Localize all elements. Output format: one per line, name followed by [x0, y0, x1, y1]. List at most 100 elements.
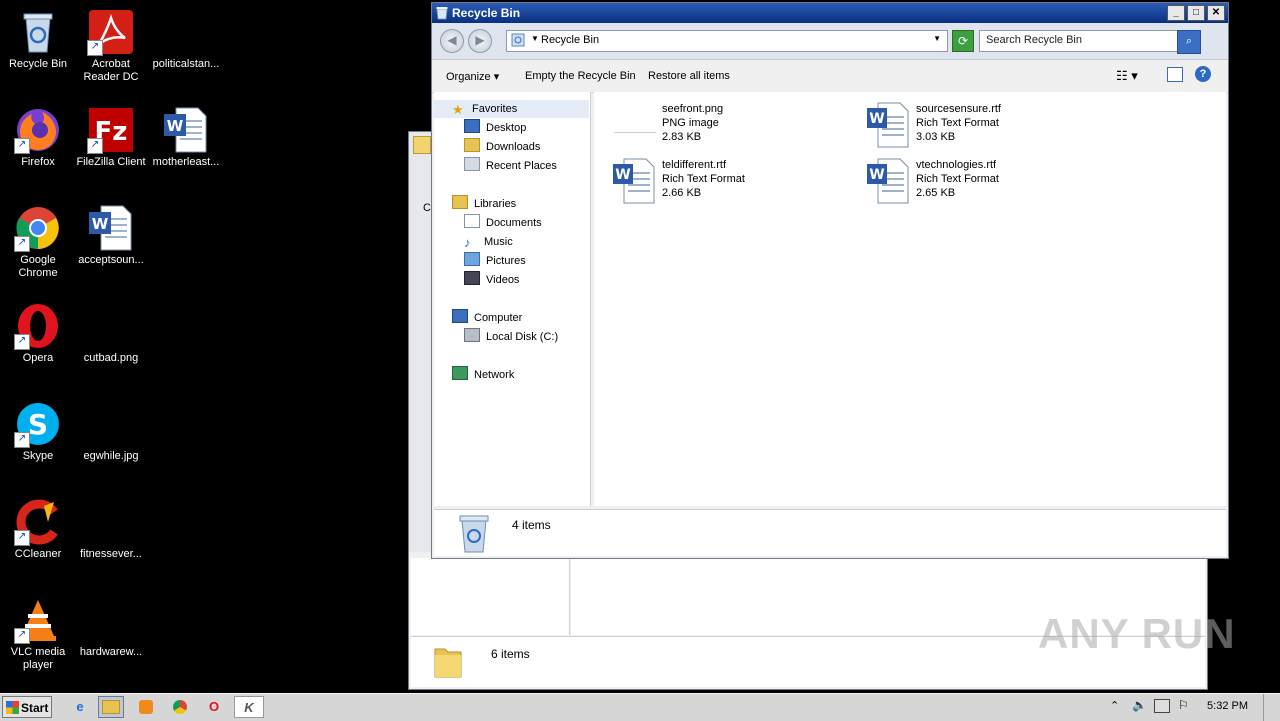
word-doc-icon: W [162, 106, 210, 154]
recycle-bin-icon [511, 33, 525, 47]
taskbar-media-player-icon[interactable] [134, 696, 158, 718]
back-button[interactable]: ◀ [440, 29, 464, 53]
address-bar[interactable]: ▼ Recycle Bin ▼ [506, 30, 948, 52]
shortcut-arrow-icon: ↗ [87, 40, 103, 56]
nav-libraries[interactable]: Libraries [452, 195, 516, 213]
minimize-button[interactable]: _ [1167, 5, 1185, 21]
nav-computer[interactable]: Computer [452, 309, 522, 327]
view-options-icon[interactable]: ☷ ▾ [1116, 68, 1138, 84]
organize-menu[interactable]: Organize ▾ [446, 70, 499, 83]
breadcrumb-arrow-icon[interactable]: ▼ [531, 34, 539, 43]
desktop-icon-chrome[interactable]: ↗ Google Chrome [0, 204, 76, 280]
help-icon[interactable]: ? [1195, 66, 1211, 82]
desktop-icon-ccleaner[interactable]: ↗ CCleaner [0, 498, 76, 561]
taskbar-chrome-icon[interactable] [168, 696, 192, 718]
volume-icon[interactable]: 🔈 [1132, 698, 1147, 712]
nav-local-disk[interactable]: Local Disk (C:) [464, 328, 558, 346]
desktop-icon-acceptsoun[interactable]: W acceptsoun... [73, 204, 149, 267]
restore-all-items-button[interactable]: Restore all items [648, 70, 730, 82]
network-tray-icon[interactable] [1154, 699, 1170, 713]
show-hidden-icons-icon[interactable]: ⌃ [1110, 699, 1119, 712]
desktop-icon-cutbad[interactable]: cutbad.png [73, 302, 149, 365]
desktop-icon-label: Acrobat Reader DC [83, 58, 139, 83]
file-item[interactable]: W vtechnologies.rtf Rich Text Format 2.6… [866, 158, 1096, 208]
nav-favorites[interactable]: ★ Favorites [434, 100, 589, 118]
refresh-icon[interactable]: ⟳ [952, 30, 974, 52]
firefox-icon: ↗ [14, 106, 62, 154]
svg-text:W: W [869, 111, 884, 127]
file-item[interactable]: seefront.png PNG image 2.83 KB [612, 102, 842, 152]
star-icon: ★ [452, 102, 464, 117]
nav-downloads[interactable]: Downloads [464, 138, 540, 156]
desktop-icon-filezilla[interactable]: Fz ↗ FileZilla Client [73, 106, 149, 169]
libraries-icon [452, 195, 468, 209]
file-size: 2.83 KB [662, 131, 702, 143]
nav-videos[interactable]: Videos [464, 271, 519, 289]
desktop-icon-skype[interactable]: S ↗ Skype [0, 400, 76, 463]
opera-icon: ↗ [14, 302, 62, 350]
blank-file-icon [87, 400, 135, 448]
desktop-icon-label: politicalstan... [152, 58, 220, 70]
nav-desktop[interactable]: Desktop [464, 119, 526, 137]
desktop-icon-opera[interactable]: ↗ Opera [0, 302, 76, 365]
desktop-icon-egwhile[interactable]: egwhile.jpg [73, 400, 149, 463]
desktop-icon-vlc[interactable]: ↗ VLC media player [0, 596, 76, 672]
computer-icon [452, 309, 468, 323]
windows-logo-icon [6, 701, 19, 714]
nav-recent-places[interactable]: Recent Places [464, 157, 557, 175]
shortcut-arrow-icon: ↗ [14, 138, 30, 154]
recycle-bin-window[interactable]: Recycle Bin _ □ ✕ ◀ ▶ ▼ Recycle Bin ▼ ⟳ … [431, 2, 1229, 559]
close-button[interactable]: ✕ [1207, 5, 1225, 21]
preview-pane-icon[interactable] [1167, 67, 1183, 82]
empty-recycle-bin-button[interactable]: Empty the Recycle Bin [525, 70, 636, 82]
title-bar[interactable]: Recycle Bin _ □ ✕ [432, 3, 1228, 23]
blank-file-icon [87, 596, 135, 644]
file-item[interactable]: W teldifferent.rtf Rich Text Format 2.66… [612, 158, 842, 208]
nav-pictures[interactable]: Pictures [464, 252, 526, 270]
pictures-icon [464, 252, 480, 266]
recycle-bin-icon [436, 6, 448, 20]
shortcut-arrow-icon: ↗ [14, 236, 30, 252]
desktop-icon-politicalstan[interactable]: politicalstan... [148, 8, 224, 71]
nav-documents[interactable]: Documents [464, 214, 542, 232]
desktop-icon-firefox[interactable]: ↗ Firefox [0, 106, 76, 169]
desktop-icon-motherleast[interactable]: W motherleast... [148, 106, 224, 169]
back-window-command[interactable]: C [423, 202, 431, 214]
action-center-icon[interactable]: ⚐ [1178, 698, 1189, 712]
clock[interactable]: 5:32 PM [1207, 700, 1248, 712]
desktop-icon-hardwarew[interactable]: hardwarew... [73, 596, 149, 659]
maximize-button[interactable]: □ [1187, 5, 1205, 21]
search-placeholder: Search Recycle Bin [986, 34, 1082, 46]
start-button[interactable]: Start [2, 696, 52, 718]
address-dropdown-icon[interactable]: ▼ [933, 34, 941, 43]
desktop-icon-label: Firefox [21, 156, 55, 168]
downloads-icon [464, 138, 480, 152]
taskbar-ie-icon[interactable]: e [68, 696, 92, 718]
taskbar-explorer-icon[interactable] [98, 696, 124, 718]
vlc-icon: ↗ [14, 596, 62, 644]
shortcut-arrow-icon: ↗ [14, 628, 30, 644]
search-icon[interactable]: ⌕ [1177, 30, 1201, 54]
desktop-icon-label: Recycle Bin [8, 58, 68, 70]
navigation-pane: ★ Favorites Desktop Downloads Recent Plac… [434, 92, 591, 506]
file-item[interactable]: W sourcesensure.rtf Rich Text Format 3.0… [866, 102, 1096, 152]
png-thumb-icon [612, 102, 656, 148]
file-size: 2.66 KB [662, 187, 702, 199]
taskbar-opera-icon[interactable]: O [202, 696, 226, 718]
forward-button[interactable]: ▶ [468, 29, 492, 53]
desktop-icon-label: egwhile.jpg [83, 450, 139, 462]
nav-network[interactable]: Network [452, 366, 514, 384]
show-desktop-button[interactable] [1263, 694, 1280, 721]
file-name: teldifferent.rtf [662, 159, 726, 171]
desktop-icon [464, 119, 480, 133]
desktop-icon-acrobat[interactable]: ↗ Acrobat Reader DC [73, 8, 149, 84]
word-doc-icon: W [87, 204, 135, 252]
ccleaner-icon: ↗ [14, 498, 62, 546]
taskbar-app-icon[interactable]: K [234, 696, 264, 718]
documents-icon [464, 214, 480, 228]
search-input[interactable]: Search Recycle Bin ⌕ [979, 30, 1201, 54]
desktop-icon-fitnessever[interactable]: fitnessever... [73, 498, 149, 561]
nav-music[interactable]: ♪ Music [464, 233, 513, 251]
desktop-icon-recycle-bin[interactable]: Recycle Bin [0, 8, 76, 71]
folder-icon [413, 136, 431, 154]
